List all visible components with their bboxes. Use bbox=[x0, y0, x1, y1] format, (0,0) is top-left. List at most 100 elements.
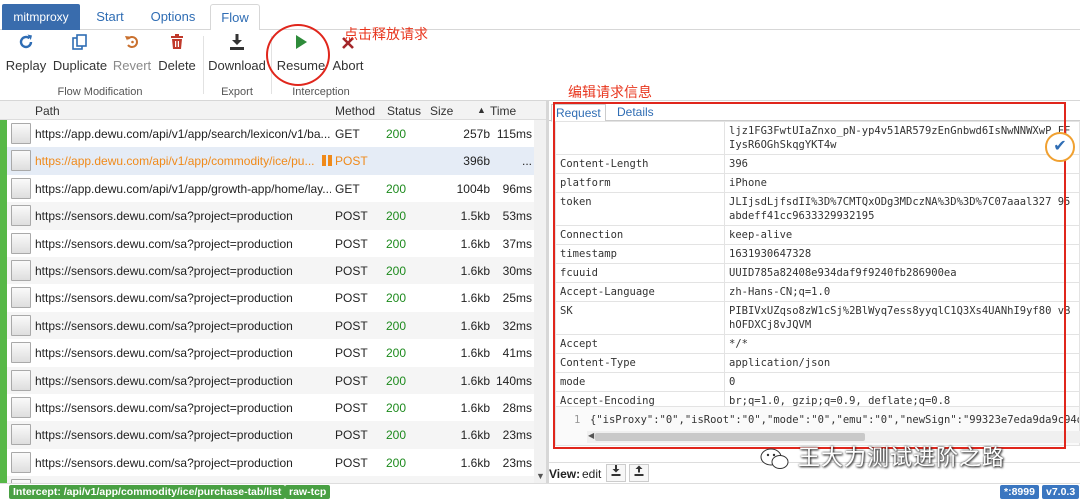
table-row[interactable]: https://sensors.dewu.com/sa?project=prod… bbox=[0, 476, 546, 483]
main-tab-bar: mitmproxy Start Options Flow bbox=[0, 0, 1080, 31]
column-header-status[interactable]: Status bbox=[387, 104, 421, 118]
duplicate-label: Duplicate bbox=[52, 58, 108, 73]
cell-method: POST bbox=[335, 428, 368, 443]
cell-status: 200 bbox=[386, 209, 407, 224]
cell-time: 23ms bbox=[502, 455, 532, 470]
column-header-size[interactable]: Size bbox=[430, 104, 453, 118]
row-status-bar bbox=[0, 421, 7, 449]
document-icon bbox=[11, 123, 31, 144]
table-row[interactable]: https://sensors.dewu.com/sa?project=prod… bbox=[0, 202, 546, 230]
cell-time: 30ms bbox=[502, 264, 532, 278]
cell-time: 37ms bbox=[502, 236, 532, 251]
cell-method: POST bbox=[335, 291, 368, 306]
status-footer: Intercept: /api/v1/app/commodity/ice/pur… bbox=[0, 483, 1080, 499]
column-header-method[interactable]: Method bbox=[335, 104, 375, 118]
row-status-bar bbox=[0, 174, 7, 203]
download-button[interactable]: Download bbox=[208, 30, 266, 80]
view-mode-select[interactable]: edit bbox=[582, 467, 601, 481]
cell-size: 1.5kb bbox=[460, 209, 490, 224]
document-icon bbox=[11, 342, 31, 364]
annotation-ring-resume bbox=[266, 24, 330, 86]
table-row[interactable]: https://sensors.dewu.com/sa?project=prod… bbox=[0, 394, 546, 422]
cell-status: 200 bbox=[386, 291, 407, 306]
row-status-bar bbox=[0, 257, 7, 285]
group-label-export: Export bbox=[221, 86, 253, 98]
document-icon bbox=[11, 150, 31, 172]
table-row[interactable]: https://app.dewu.com/api/v1/app/growth-a… bbox=[0, 174, 546, 203]
duplicate-button[interactable]: Duplicate bbox=[52, 30, 108, 80]
pause-icon bbox=[322, 155, 332, 167]
tab-options[interactable]: Options bbox=[144, 4, 202, 30]
cell-status: 200 bbox=[386, 181, 407, 196]
cell-size: 1004b bbox=[456, 181, 490, 196]
delete-button[interactable]: Delete bbox=[156, 30, 198, 80]
row-status-bar bbox=[0, 229, 7, 257]
revert-button[interactable]: Revert bbox=[112, 30, 152, 80]
duplicate-icon bbox=[52, 30, 108, 58]
edit-confirm-button[interactable]: ✔ bbox=[1045, 132, 1075, 162]
cell-method: GET bbox=[335, 127, 360, 141]
replay-button[interactable]: Replay bbox=[4, 30, 48, 80]
column-header-time[interactable]: Time bbox=[490, 104, 516, 118]
row-status-bar bbox=[0, 476, 7, 483]
flow-table-header: Path Method Status Size ▲ Time bbox=[0, 101, 546, 120]
row-status-bar bbox=[0, 147, 7, 175]
tab-flow[interactable]: Flow bbox=[210, 4, 260, 31]
table-row[interactable]: https://sensors.dewu.com/sa?project=prod… bbox=[0, 421, 546, 449]
cell-time: 53ms bbox=[502, 209, 532, 224]
upload-body-button[interactable] bbox=[629, 464, 649, 482]
row-status-bar bbox=[0, 311, 7, 340]
table-row[interactable]: https://app.dewu.com/api/v1/app/search/l… bbox=[0, 120, 546, 148]
row-status-bar bbox=[0, 366, 7, 394]
cell-status: 200 bbox=[386, 346, 407, 361]
row-status-bar bbox=[0, 339, 7, 367]
cell-path: https://sensors.dewu.com/sa?project=prod… bbox=[35, 373, 293, 388]
table-row[interactable]: https://sensors.dewu.com/sa?project=prod… bbox=[0, 257, 546, 285]
flow-table-scrollbar[interactable]: ▼ bbox=[534, 120, 546, 483]
document-icon bbox=[11, 177, 31, 199]
download-body-button[interactable] bbox=[606, 464, 626, 482]
download-label: Download bbox=[208, 58, 266, 73]
cell-method: POST bbox=[335, 209, 368, 224]
document-icon bbox=[11, 369, 31, 391]
cell-status: 200 bbox=[386, 127, 407, 141]
table-row[interactable]: https://sensors.dewu.com/sa?project=prod… bbox=[0, 229, 546, 257]
cell-method: POST bbox=[335, 401, 368, 415]
cell-method: GET bbox=[335, 181, 360, 196]
replay-icon bbox=[4, 30, 48, 58]
tab-start[interactable]: Start bbox=[86, 4, 134, 30]
revert-label: Revert bbox=[112, 58, 152, 73]
cell-time: 41ms bbox=[502, 346, 532, 361]
cell-status: 200 bbox=[386, 401, 407, 415]
cell-size: 396b bbox=[463, 154, 490, 169]
listen-port-badge: *:8999 bbox=[1000, 485, 1039, 499]
tab-mitmproxy-menu[interactable]: mitmproxy bbox=[2, 4, 80, 30]
replay-label: Replay bbox=[5, 58, 47, 73]
mode-badge: raw-tcp bbox=[285, 485, 331, 499]
abort-label: Abort bbox=[332, 58, 364, 73]
delete-label: Delete bbox=[158, 58, 196, 73]
column-header-path[interactable]: Path bbox=[35, 104, 60, 118]
annotation-resume-note: 点击释放请求 bbox=[344, 27, 428, 43]
cell-time: 28ms bbox=[502, 401, 532, 415]
intercept-filter-badge[interactable]: Intercept: /api/v1/app/commodity/ice/pur… bbox=[9, 485, 286, 499]
cell-path: https://sensors.dewu.com/sa?project=prod… bbox=[35, 346, 293, 361]
cell-status: 200 bbox=[386, 318, 407, 333]
cell-path: https://sensors.dewu.com/sa?project=prod… bbox=[35, 209, 293, 224]
group-label-interception: Interception bbox=[292, 86, 350, 98]
view-label: View: bbox=[549, 467, 581, 481]
cell-status: 200 bbox=[386, 373, 407, 388]
cell-path: https://sensors.dewu.com/sa?project=prod… bbox=[35, 318, 293, 333]
table-row[interactable]: https://sensors.dewu.com/sa?project=prod… bbox=[0, 339, 546, 367]
cell-size: 1.6kb bbox=[460, 346, 490, 361]
watermark: 王大力测试进阶之路 bbox=[760, 440, 1005, 471]
table-row[interactable]: https://sensors.dewu.com/sa?project=prod… bbox=[0, 448, 546, 477]
cell-path: https://sensors.dewu.com/sa?project=prod… bbox=[35, 428, 293, 443]
table-row[interactable]: https://sensors.dewu.com/sa?project=prod… bbox=[0, 311, 546, 340]
table-row[interactable]: https://app.dewu.com/api/v1/app/commodit… bbox=[0, 147, 546, 175]
table-row[interactable]: https://sensors.dewu.com/sa?project=prod… bbox=[0, 284, 546, 312]
table-row[interactable]: https://sensors.dewu.com/sa?project=prod… bbox=[0, 366, 546, 394]
cell-path: https://sensors.dewu.com/sa?project=prod… bbox=[35, 264, 293, 278]
revert-icon bbox=[112, 30, 152, 58]
cell-path: https://app.dewu.com/api/v1/app/commodit… bbox=[35, 154, 315, 169]
